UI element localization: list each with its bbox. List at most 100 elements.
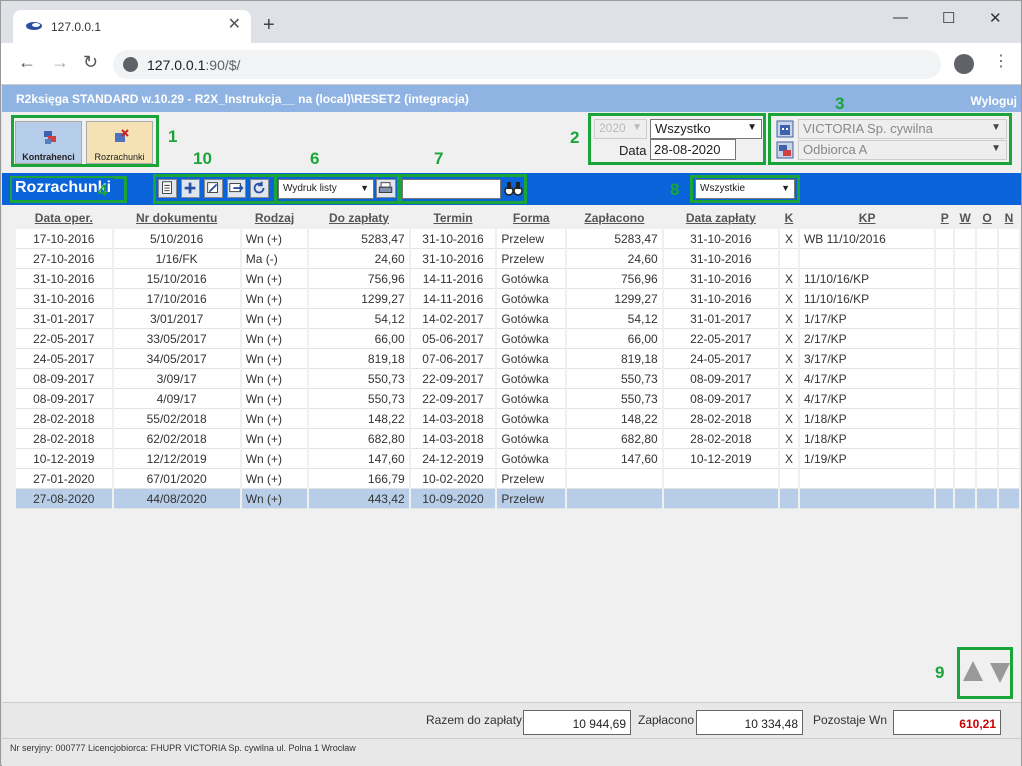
cell-due-date: 22-09-2017 [410,369,496,389]
cell-w [955,489,976,509]
table-row[interactable]: 31-10-2016 15/10/2016 Wn (+) 756,96 14-11-20… [16,269,1019,289]
range-select[interactable]: Wszystko ▼ [650,119,762,139]
reload-icon[interactable]: ↻ [83,53,98,71]
company-select[interactable]: VICTORIA Sp. cywilna ▼ [798,119,1007,139]
date-label: Data [619,143,647,158]
cell-payment-date: 31-10-2016 [663,229,778,249]
cell-o [977,389,998,409]
cell-paid: 682,80 [567,429,662,449]
browser-menu-icon[interactable]: ⋮ [993,54,1009,70]
cell-amount-due: 148,22 [309,409,409,429]
table-row[interactable]: 28-02-2018 62/02/2018 Wn (+) 682,80 14-03-20… [16,429,1019,449]
print-button[interactable] [376,179,396,198]
cell-doc-number: 67/01/2020 [113,469,240,489]
cell-due-date: 14-11-2016 [410,289,496,309]
forward-arrow-icon[interactable]: → [51,53,69,71]
back-arrow-icon[interactable]: ← [18,53,36,71]
column-header-payment-date[interactable]: Data zapłaty [663,207,778,229]
logout-link[interactable]: Wyloguj [971,94,1017,108]
cell-due-date: 10-02-2020 [410,469,496,489]
column-header-kp[interactable]: KP [799,207,935,229]
year-select[interactable]: 2020 ▼ [594,119,647,139]
cell-payment-date: 28-02-2018 [663,429,778,449]
column-header-w[interactable]: W [955,207,976,229]
edit-button[interactable] [204,179,223,198]
table-row[interactable]: 27-08-2020 44/08/2020 Wn (+) 443,42 10-09-20… [16,489,1019,509]
column-header-payment-form[interactable]: Forma [497,207,566,229]
table-row[interactable]: 17-10-2016 5/10/2016 Wn (+) 5283,47 31-10-20… [16,229,1019,249]
year-chevron-down-icon: ▼ [632,122,642,133]
search-button[interactable] [504,179,523,198]
url-host: 127.0.0.1 [147,57,206,73]
table-row[interactable]: 28-02-2018 55/02/2018 Wn (+) 148,22 14-03-20… [16,409,1019,429]
column-header-type[interactable]: Rodzaj [241,207,308,229]
date-input[interactable]: 28-08-2020 [650,139,736,160]
cell-type: Wn (+) [241,329,308,349]
table-row[interactable]: 10-12-2019 12/12/2019 Wn (+) 147,60 24-12-20… [16,449,1019,469]
cell-amount-due: 756,96 [309,269,409,289]
new-tab-icon[interactable]: + [263,15,275,35]
column-header-k[interactable]: K [780,207,798,229]
range-chevron-down-icon: ▼ [747,122,757,133]
account-icon[interactable] [954,54,974,74]
column-header-doc-number[interactable]: Nr dokumentu [113,207,240,229]
refresh-button[interactable] [250,179,269,198]
table-row[interactable]: 22-05-2017 33/05/2017 Wn (+) 66,00 05-06-201… [16,329,1019,349]
cell-paid: 819,18 [567,349,662,369]
column-header-amount-due[interactable]: Do zapłaty [309,207,409,229]
cell-payment-form: Gotówka [497,369,566,389]
column-header-p[interactable]: P [936,207,954,229]
table-row[interactable]: 31-01-2017 3/01/2017 Wn (+) 54,12 14-02-2017… [16,309,1019,329]
table-row[interactable]: 08-09-2017 4/09/17 Wn (+) 550,73 22-09-2017 G… [16,389,1019,409]
tab-close-icon[interactable]: ✕ [228,17,241,33]
column-header-n[interactable]: N [999,207,1019,229]
filter-option: Wszystkie [700,183,745,194]
cell-doc-number: 3/01/2017 [113,309,240,329]
cell-doc-number: 34/05/2017 [113,349,240,369]
cell-paid: 1299,27 [567,289,662,309]
cell-kp: 2/17/KP [799,329,935,349]
cell-paid: 756,96 [567,269,662,289]
search-input[interactable] [402,179,501,199]
cell-n [999,309,1019,329]
table-row[interactable]: 24-05-2017 34/05/2017 Wn (+) 819,18 07-06-20… [16,349,1019,369]
minimize-icon[interactable]: — [893,9,908,26]
table-row[interactable]: 27-10-2016 1/16/FK Ma (-) 24,60 31-10-2016 Pr… [16,249,1019,269]
cell-type: Wn (+) [241,389,308,409]
cell-p [936,329,954,349]
table-row[interactable]: 27-01-2020 67/01/2020 Wn (+) 166,79 10-02-20… [16,469,1019,489]
cell-payment-date: 22-05-2017 [663,329,778,349]
new-document-button[interactable] [158,179,177,198]
browser-tab[interactable]: 127.0.0.1 ✕ [13,10,251,43]
scroll-down-icon[interactable] [990,663,1010,683]
column-header-date[interactable]: Data oper. [16,207,112,229]
column-header-o[interactable]: O [977,207,998,229]
export-button[interactable] [227,179,246,198]
cell-p [936,409,954,429]
maximize-icon[interactable]: ☐ [942,9,955,27]
column-header-paid[interactable]: Zapłacono [567,207,662,229]
site-info-icon[interactable] [123,57,138,72]
address-bar[interactable]: 127.0.0.1:90/$/ [113,50,941,79]
cell-payment-form: Przelew [497,469,566,489]
add-button[interactable] [181,179,200,198]
cell-o [977,469,998,489]
table-row[interactable]: 08-09-2017 3/09/17 Wn (+) 550,73 22-09-2017 G… [16,369,1019,389]
column-header-due-date[interactable]: Termin [410,207,496,229]
rozrachunki-button[interactable]: Rozrachunki [86,121,153,164]
cell-type: Wn (+) [241,369,308,389]
cell-date: 27-10-2016 [16,249,112,269]
table-row[interactable]: 31-10-2016 17/10/2016 Wn (+) 1299,27 14-11-2… [16,289,1019,309]
print-select[interactable]: Wydruk listy ▼ [278,179,374,199]
print-option: Wydruk listy [283,183,337,194]
filter-select[interactable]: Wszystkie ▼ [695,179,795,199]
cell-payment-form: Gotówka [497,449,566,469]
kontrahenci-button[interactable]: Kontrahenci [15,121,82,164]
cell-paid: 24,60 [567,249,662,269]
cell-payment-form: Gotówka [497,409,566,429]
recipient-select[interactable]: Odbiorca A ▼ [798,140,1007,160]
scroll-up-icon[interactable] [963,661,983,681]
cell-k [780,249,798,269]
cell-n [999,389,1019,409]
close-window-icon[interactable]: ✕ [989,9,1002,27]
